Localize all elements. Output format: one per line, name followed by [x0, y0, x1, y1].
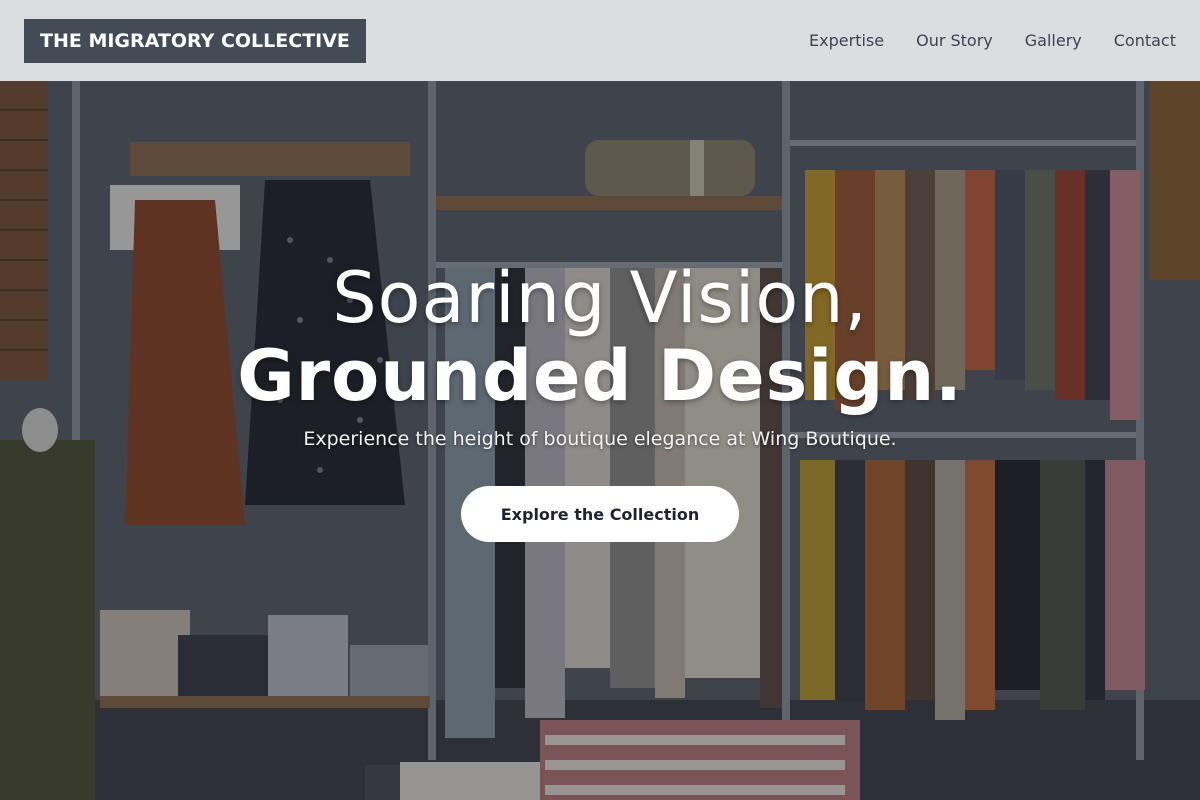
- nav-link-gallery[interactable]: Gallery: [1025, 31, 1082, 50]
- navbar: THE MIGRATORY COLLECTIVE Expertise Our S…: [0, 0, 1200, 81]
- explore-collection-button[interactable]: Explore the Collection: [461, 486, 739, 542]
- brand-logo[interactable]: THE MIGRATORY COLLECTIVE: [24, 18, 366, 63]
- hero-headline-line2: Grounded Design.: [237, 335, 963, 417]
- hero-headline-line1: Soaring Vision,: [332, 257, 868, 339]
- hero-subtitle: Experience the height of boutique elegan…: [303, 428, 897, 450]
- nav-link-expertise[interactable]: Expertise: [809, 31, 884, 50]
- nav-links: Expertise Our Story Gallery Contact: [809, 31, 1176, 50]
- hero-content: Soaring Vision, Grounded Design. Experie…: [0, 258, 1200, 542]
- nav-link-contact[interactable]: Contact: [1114, 31, 1176, 50]
- nav-link-our-story[interactable]: Our Story: [916, 31, 993, 50]
- hero-headline: Soaring Vision, Grounded Design.: [0, 258, 1200, 414]
